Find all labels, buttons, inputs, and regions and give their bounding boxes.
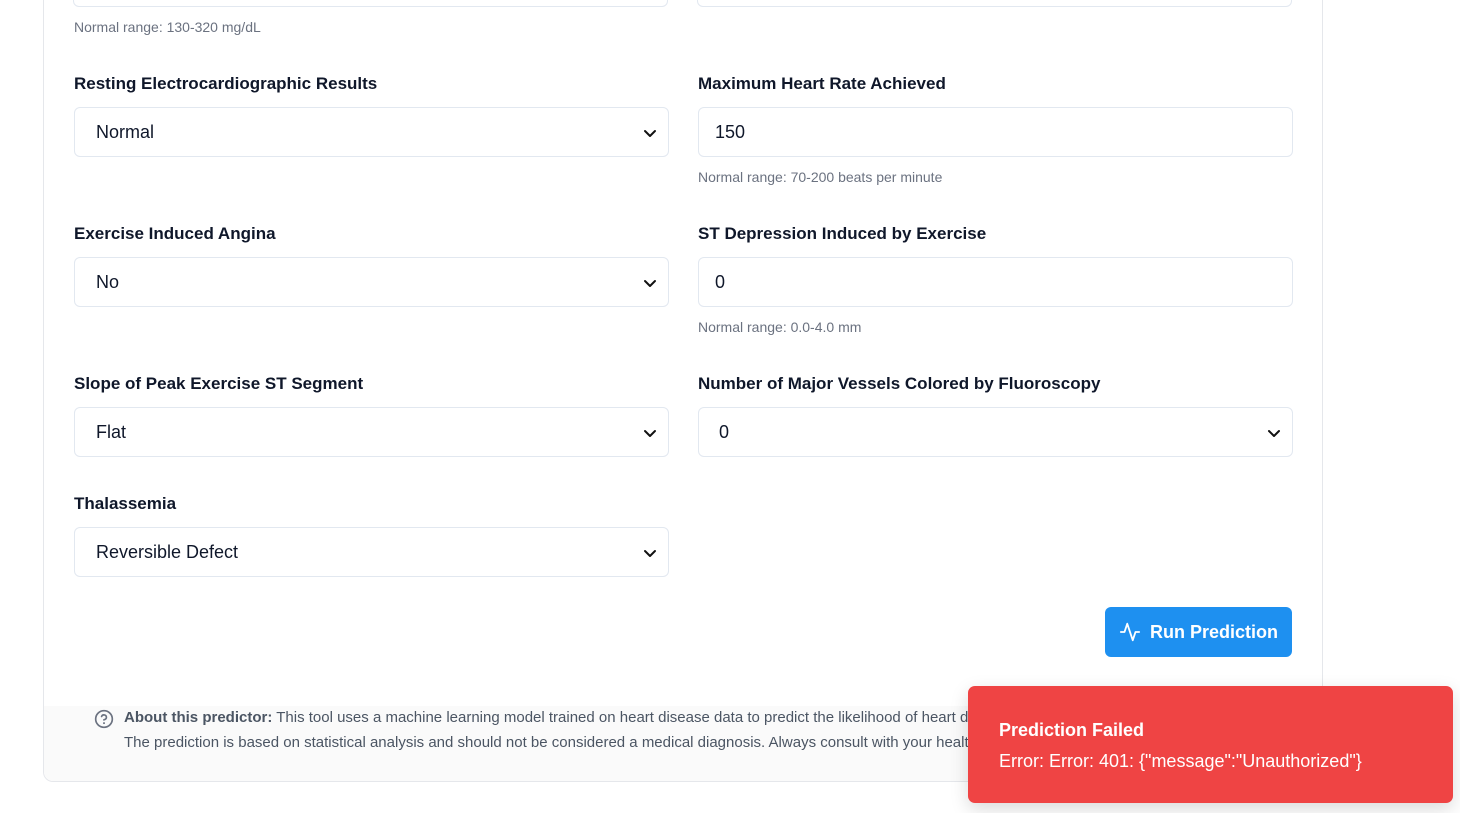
ca-value: 0 — [719, 421, 730, 442]
run-prediction-label: Run Prediction — [1149, 621, 1278, 642]
restecg-select[interactable]: Normal — [74, 107, 669, 157]
about-title: About this predictor: — [124, 709, 273, 726]
oldpeak-hint: Normal range: 0.0-4.0 mm — [698, 319, 862, 335]
exang-select[interactable]: No — [74, 257, 669, 307]
thalach-hint: Normal range: 70-200 beats per minute — [698, 169, 943, 185]
slope-value: Flat — [96, 421, 127, 442]
thal-value: Reversible Defect — [96, 541, 239, 562]
fasting-blood-sugar-select[interactable] — [697, 0, 1292, 7]
toast-title: Prediction Failed — [999, 720, 1145, 740]
chevron-down-icon — [644, 430, 656, 437]
thal-select[interactable]: Reversible Defect — [74, 527, 669, 577]
oldpeak-input[interactable]: 0 — [698, 257, 1293, 307]
thalach-label: Maximum Heart Rate Achieved — [698, 74, 946, 93]
about-text-line-1: About this predictor: This tool uses a m… — [124, 709, 969, 726]
restecg-label: Resting Electrocardiographic Results — [74, 74, 378, 93]
thalach-input[interactable]: 150 — [698, 107, 1293, 157]
restecg-value: Normal — [96, 121, 155, 142]
slope-select[interactable]: Flat — [74, 407, 669, 457]
about-text-1: This tool uses a machine learning model … — [276, 709, 969, 726]
activity-icon — [1119, 622, 1141, 642]
chevron-down-icon — [644, 130, 656, 137]
thal-label: Thalassemia — [74, 494, 177, 513]
ca-label: Number of Major Vessels Colored by Fluor… — [698, 374, 1101, 393]
slope-label: Slope of Peak Exercise ST Segment — [74, 374, 364, 393]
about-text-line-2: The prediction is based on statistical a… — [124, 734, 969, 751]
help-circle-icon — [94, 709, 114, 729]
oldpeak-label: ST Depression Induced by Exercise — [698, 224, 987, 243]
chevron-down-icon — [644, 550, 656, 557]
error-toast[interactable]: Prediction Failed Error: Error: 401: {"m… — [968, 686, 1453, 803]
exang-value: No — [96, 271, 120, 292]
chevron-down-icon — [644, 280, 656, 287]
thalach-value: 150 — [715, 121, 746, 142]
run-prediction-button[interactable]: Run Prediction — [1105, 607, 1292, 657]
chevron-down-icon — [1268, 430, 1280, 437]
oldpeak-value: 0 — [715, 271, 726, 292]
exang-label: Exercise Induced Angina — [74, 224, 276, 243]
toast-message: Error: Error: 401: {"message":"Unauthori… — [999, 751, 1362, 771]
cholesterol-hint: Normal range: 130-320 mg/dL — [74, 19, 261, 35]
cholesterol-input[interactable] — [73, 0, 668, 7]
ca-select[interactable]: 0 — [698, 407, 1293, 457]
